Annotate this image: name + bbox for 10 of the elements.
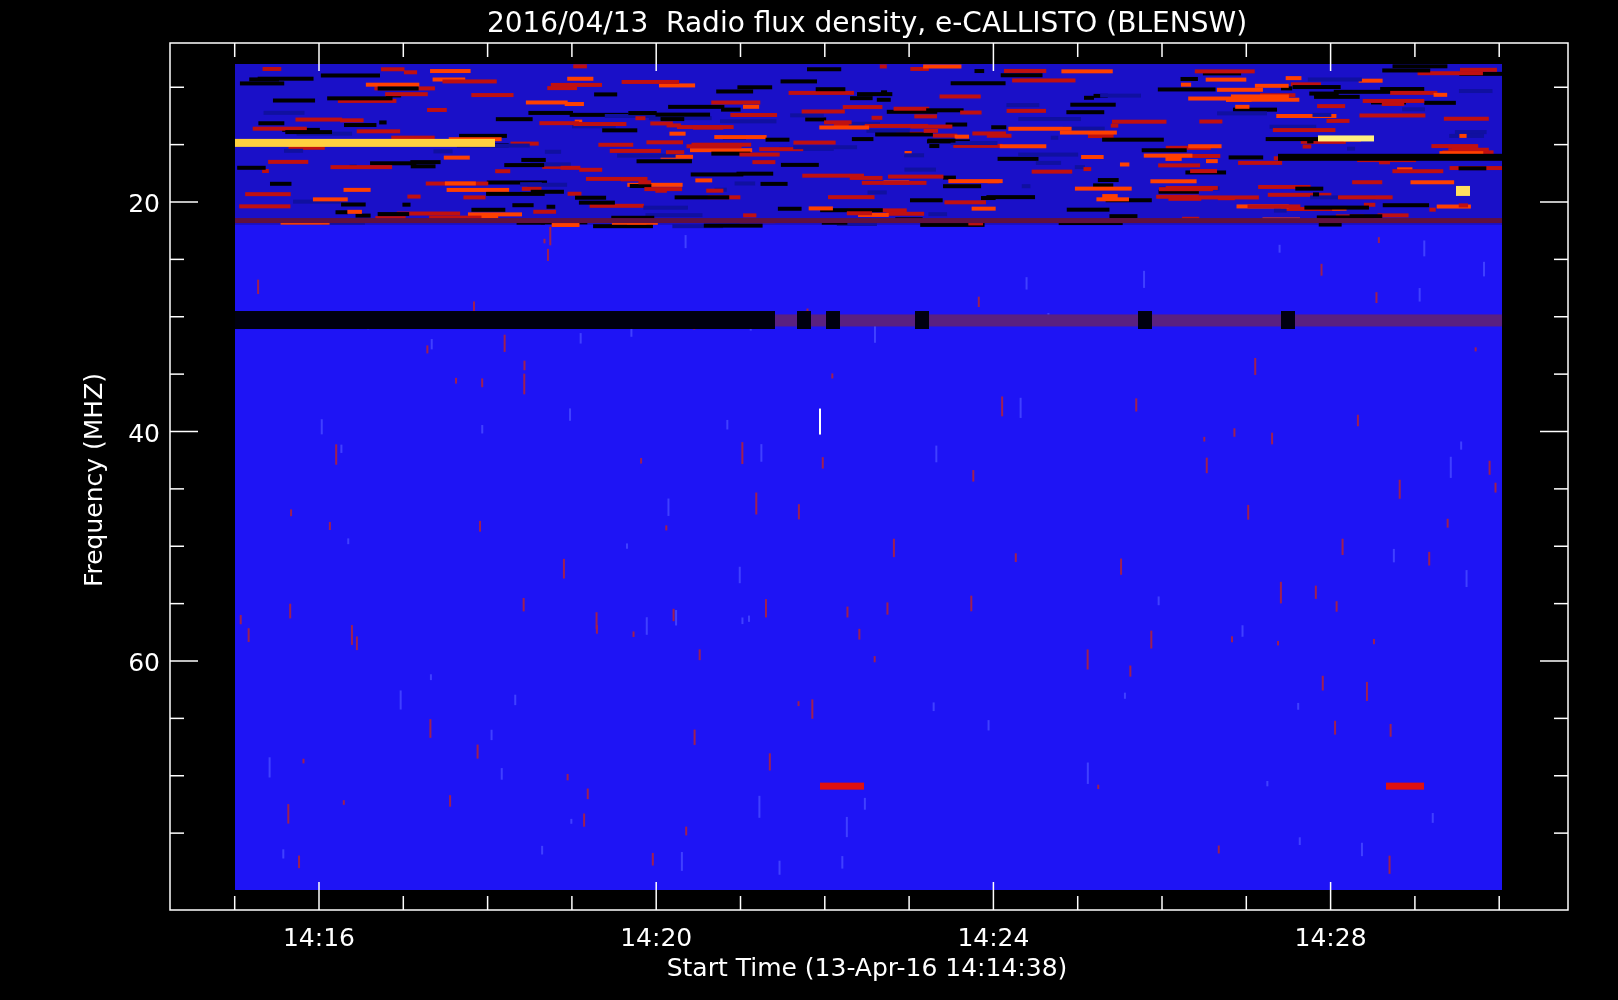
x-tick-label: 14:28: [1294, 923, 1367, 952]
x-axis-label: Start Time (13-Apr-16 14:14:38): [666, 953, 1068, 982]
y-tick-label: 60: [128, 648, 160, 677]
y-tick-label: 40: [128, 418, 160, 448]
x-tick-label: 14:20: [620, 923, 693, 952]
y-axis-label: Frequency (MHZ): [79, 372, 108, 588]
chart-title: 2016/04/13 Radio flux density, e-CALLISTO (BLENSW): [486, 6, 1248, 39]
x-tick-label: 14:16: [283, 923, 355, 952]
y-tick-label: 20: [128, 189, 160, 218]
x-tick-label: 14:24: [957, 923, 1030, 952]
